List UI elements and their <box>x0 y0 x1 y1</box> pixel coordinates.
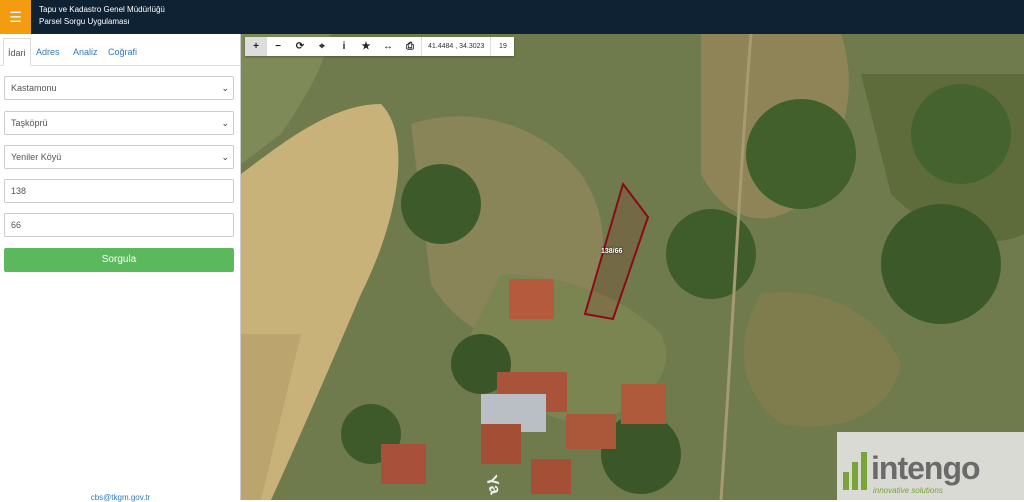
sidebar: İdari Adres Analiz Coğrafi Kastamonu ⌄ T… <box>0 34 241 502</box>
watermark: intengo innovative solutions <box>837 432 1024 500</box>
app-title-line2: Parsel Sorgu Uygulaması <box>39 17 130 26</box>
block-value: 138 <box>11 186 27 196</box>
tab-bar: İdari Adres Analiz Coğrafi <box>0 38 241 66</box>
contact-email-link[interactable]: cbs@tkgm.gov.tr <box>0 493 241 502</box>
refresh-icon[interactable]: ⟳ <box>289 37 311 56</box>
chevron-down-icon: ⌄ <box>221 83 229 93</box>
tab-idari[interactable]: İdari <box>3 38 31 66</box>
chevron-down-icon: ⌄ <box>221 152 229 162</box>
zoom-level: 19 <box>490 37 514 56</box>
query-button[interactable]: Sorgula <box>4 248 234 272</box>
chevron-down-icon: ⌄ <box>221 118 229 128</box>
watermark-logo-icon <box>843 452 867 490</box>
village-value: Yeniler Köyü <box>11 152 62 162</box>
info-icon[interactable]: i <box>333 37 355 56</box>
zoom-out-icon[interactable]: − <box>267 37 289 56</box>
satellite-imagery <box>241 34 1024 500</box>
app-title-line1: Tapu ve Kadastro Genel Müdürlüğü <box>39 5 165 14</box>
map-toolbar: + − ⟳ ⌖ i ★ ↔ ⎙ 41.4484 , 34.3023 19 <box>245 37 515 56</box>
menu-button[interactable]: ☰ <box>0 0 31 34</box>
watermark-text: intengo <box>871 450 981 486</box>
tab-cografi[interactable]: Coğrafi <box>108 38 137 66</box>
province-select[interactable]: Kastamonu ⌄ <box>4 76 234 100</box>
tab-analiz[interactable]: Analiz <box>73 38 98 66</box>
zoom-in-icon[interactable]: + <box>245 37 267 56</box>
app-title: Tapu ve Kadastro Genel Müdürlüğü Parsel … <box>39 4 165 28</box>
district-value: Taşköprü <box>11 118 48 128</box>
top-bar: ☰ Tapu ve Kadastro Genel Müdürlüğü Parse… <box>0 0 1024 34</box>
province-value: Kastamonu <box>11 83 57 93</box>
tab-adres[interactable]: Adres <box>36 38 60 66</box>
watermark-subtext: innovative solutions <box>873 486 943 495</box>
measure-icon[interactable]: ↔ <box>377 37 399 56</box>
star-icon[interactable]: ★ <box>355 37 377 56</box>
district-select[interactable]: Taşköprü ⌄ <box>4 111 234 135</box>
map-view[interactable]: 138/66 Ya + − ⟳ ⌖ i ★ ↔ ⎙ 41.4484 , 34.3… <box>241 34 1024 500</box>
print-icon[interactable]: ⎙ <box>399 37 421 56</box>
village-select[interactable]: Yeniler Köyü ⌄ <box>4 145 234 169</box>
parcel-input[interactable]: 66 <box>4 213 234 237</box>
hamburger-icon: ☰ <box>9 8 22 25</box>
coordinate-readout: 41.4484 , 34.3023 <box>421 37 490 56</box>
locate-icon[interactable]: ⌖ <box>311 37 333 56</box>
parcel-label: 138/66 <box>601 248 623 255</box>
block-input[interactable]: 138 <box>4 179 234 203</box>
parcel-value: 66 <box>11 220 22 230</box>
